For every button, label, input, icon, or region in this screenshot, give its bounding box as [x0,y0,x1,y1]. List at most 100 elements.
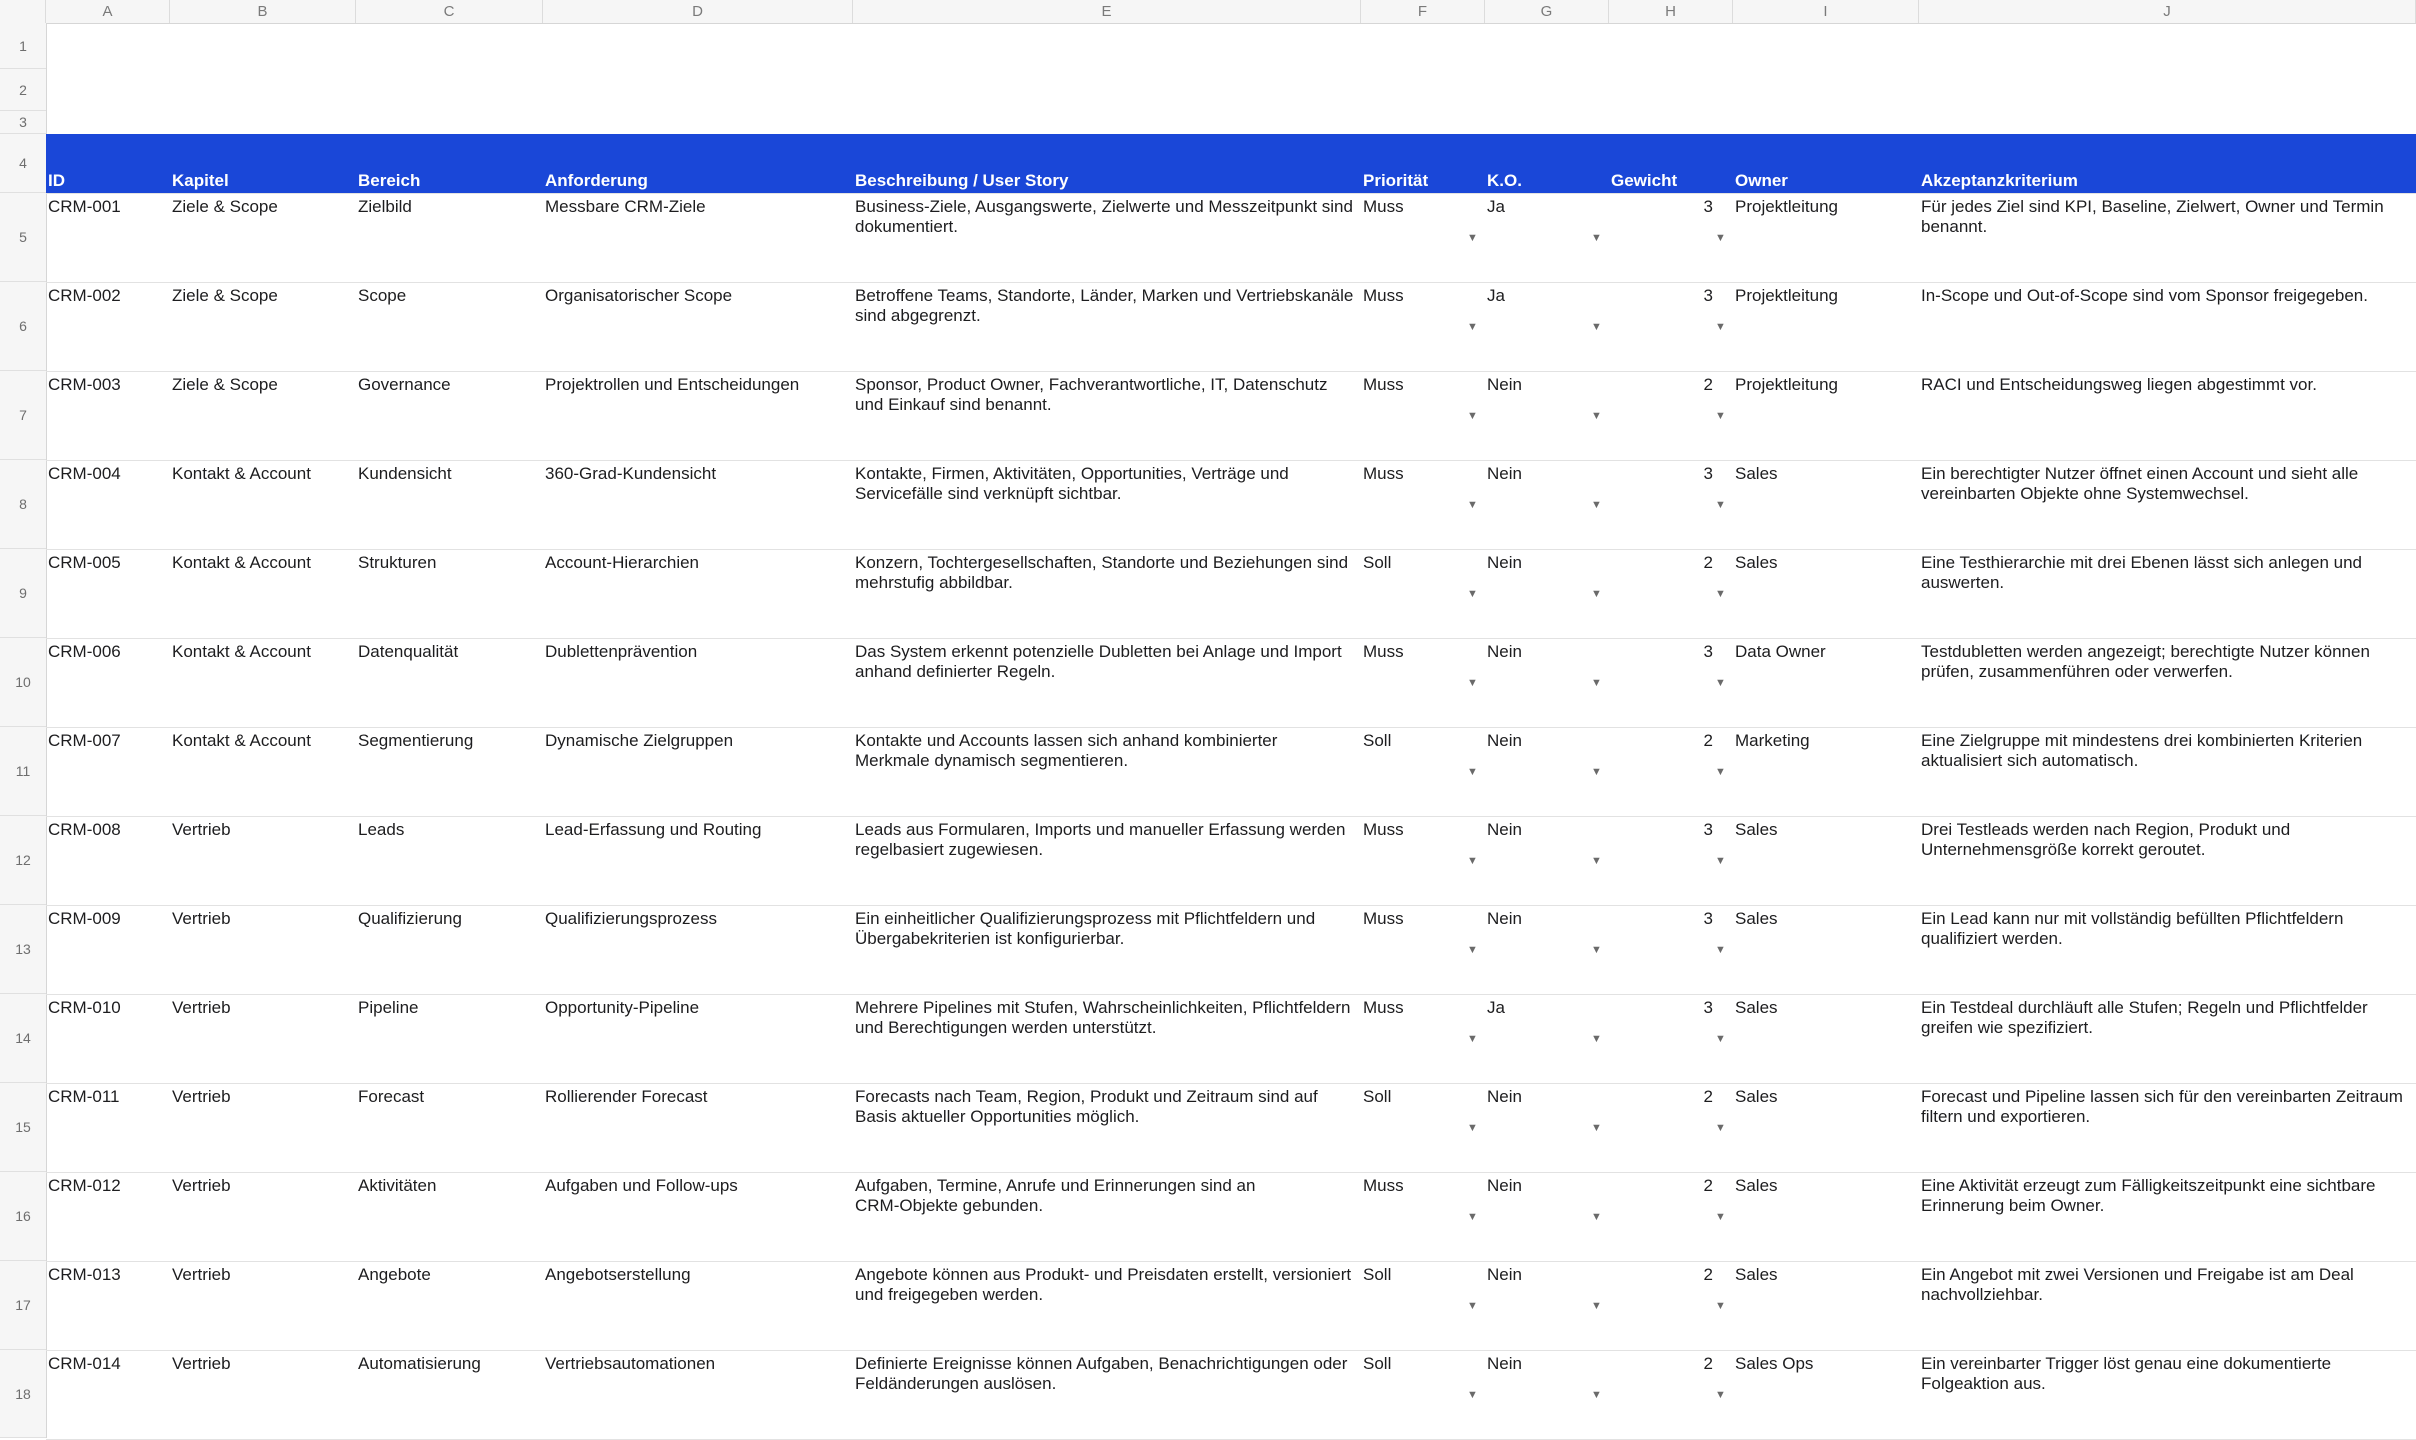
chevron-down-icon[interactable]: ▼ [1715,944,1726,956]
chevron-down-icon[interactable]: ▼ [1715,232,1726,244]
cell-kapitel[interactable]: Vertrieb [172,1354,231,1374]
cell-beschreibung[interactable]: Das System erkennt potenzielle Dubletten… [855,642,1342,662]
cell-prioritaet[interactable]: Muss [1363,820,1404,840]
cell-akzeptanz[interactable]: auswerten. [1921,573,2004,593]
chevron-down-icon[interactable]: ▼ [1591,232,1602,244]
cell-beschreibung[interactable]: mehrstufig abbildbar. [855,573,1013,593]
cell-anforderung[interactable]: Angebotserstellung [545,1265,691,1285]
column-header-d[interactable]: D [543,0,853,23]
header-cell-kapitel[interactable]: Kapitel [172,171,229,191]
cell-owner[interactable]: Projektleitung [1735,375,1838,395]
cell-ko[interactable]: Nein [1487,731,1522,751]
column-header-a[interactable]: A [46,0,170,23]
cell-ko[interactable]: Nein [1487,820,1522,840]
cell-beschreibung[interactable]: anhand definierter Regeln. [855,662,1055,682]
chevron-down-icon[interactable]: ▼ [1715,1300,1726,1312]
chevron-down-icon[interactable]: ▼ [1591,1033,1602,1045]
chevron-down-icon[interactable]: ▼ [1591,944,1602,956]
row-header-11[interactable]: 11 [0,727,46,816]
cell-anforderung[interactable]: Aufgaben und Follow-ups [545,1176,738,1196]
cell-id[interactable]: CRM-008 [48,820,121,840]
cell-bereich[interactable]: Angebote [358,1265,431,1285]
cell-kapitel[interactable]: Kontakt & Account [172,464,311,484]
header-cell-owner[interactable]: Owner [1735,171,1788,191]
chevron-down-icon[interactable]: ▼ [1467,677,1478,689]
header-cell-anforderung[interactable]: Anforderung [545,171,648,191]
cell-owner[interactable]: Sales Ops [1735,1354,1813,1374]
cell-beschreibung[interactable]: Feldänderungen auslösen. [855,1374,1056,1394]
cell-bereich[interactable]: Forecast [358,1087,424,1107]
cell-beschreibung[interactable]: Merkmale dynamisch segmentieren. [855,751,1128,771]
cell-anforderung[interactable]: Projektrollen und Entscheidungen [545,375,799,395]
cell-id[interactable]: CRM-003 [48,375,121,395]
cell-beschreibung[interactable]: Business-Ziele, Ausgangswerte, Zielwerte… [855,197,1353,217]
cell-ko[interactable]: Nein [1487,909,1522,929]
chevron-down-icon[interactable]: ▼ [1715,766,1726,778]
cell-akzeptanz[interactable]: Unternehmensgröße korrekt geroutet. [1921,840,2205,860]
cell-bereich[interactable]: Governance [358,375,451,395]
row-header-5[interactable]: 5 [0,193,46,282]
cell-gewicht[interactable]: 2 [1609,553,1713,573]
cell-akzeptanz[interactable]: filtern und exportieren. [1921,1107,2090,1127]
cell-akzeptanz[interactable]: Ein Testdeal durchläuft alle Stufen; Reg… [1921,998,2368,1018]
cell-prioritaet[interactable]: Soll [1363,553,1391,573]
header-cell-beschreibung[interactable]: Beschreibung / User Story [855,171,1069,191]
cell-akzeptanz[interactable]: aktualisiert sich automatisch. [1921,751,2138,771]
column-header-e[interactable]: E [853,0,1361,23]
cell-akzeptanz[interactable]: Testdubletten werden angezeigt; berechti… [1921,642,2370,662]
cell-owner[interactable]: Sales [1735,1087,1778,1107]
column-header-j[interactable]: J [1919,0,2416,23]
chevron-down-icon[interactable]: ▼ [1467,321,1478,333]
cell-akzeptanz[interactable]: Eine Zielgruppe mit mindestens drei komb… [1921,731,2362,751]
column-header-h[interactable]: H [1609,0,1733,23]
cell-owner[interactable]: Sales [1735,1176,1778,1196]
cell-kapitel[interactable]: Ziele & Scope [172,286,278,306]
cell-beschreibung[interactable]: und Berechtigungen werden unterstützt. [855,1018,1156,1038]
cell-bereich[interactable]: Leads [358,820,404,840]
cell-prioritaet[interactable]: Muss [1363,1176,1404,1196]
cell-akzeptanz[interactable]: qualifiziert werden. [1921,929,2063,949]
cell-akzeptanz[interactable]: Eine Aktivität erzeugt zum Fälligkeitsze… [1921,1176,2376,1196]
cell-prioritaet[interactable]: Muss [1363,642,1404,662]
row-header-1[interactable]: 1 [0,23,46,69]
cell-anforderung[interactable]: Messbare CRM-Ziele [545,197,706,217]
cell-id[interactable]: CRM-011 [48,1087,119,1107]
chevron-down-icon[interactable]: ▼ [1715,410,1726,422]
cell-gewicht[interactable]: 2 [1609,1087,1713,1107]
cell-beschreibung[interactable]: dokumentiert. [855,217,958,237]
chevron-down-icon[interactable]: ▼ [1715,1033,1726,1045]
chevron-down-icon[interactable]: ▼ [1467,588,1478,600]
select-all-corner[interactable] [0,0,46,23]
cell-akzeptanz[interactable]: Forecast und Pipeline lassen sich für de… [1921,1087,2403,1107]
cell-beschreibung[interactable]: Servicefälle sind verknüpft sichtbar. [855,484,1121,504]
cell-id[interactable]: CRM-007 [48,731,121,751]
row-header-4[interactable]: 4 [0,134,46,193]
chevron-down-icon[interactable]: ▼ [1591,588,1602,600]
cell-prioritaet[interactable]: Muss [1363,375,1404,395]
cell-akzeptanz[interactable]: Ein Lead kann nur mit vollständig befüll… [1921,909,2343,929]
cell-beschreibung[interactable]: Kontakte und Accounts lassen sich anhand… [855,731,1277,751]
cell-beschreibung[interactable]: regelbasiert zugewiesen. [855,840,1043,860]
cell-bereich[interactable]: Qualifizierung [358,909,462,929]
cell-beschreibung[interactable]: Definierte Ereignisse können Aufgaben, B… [855,1354,1347,1374]
cell-beschreibung[interactable]: CRM-Objekte gebunden. [855,1196,1043,1216]
header-cell-prioritaet[interactable]: Priorität [1363,171,1428,191]
cell-bereich[interactable]: Automatisierung [358,1354,481,1374]
cell-beschreibung[interactable]: sind abgegrenzt. [855,306,981,326]
chevron-down-icon[interactable]: ▼ [1467,1389,1478,1401]
cell-ko[interactable]: Nein [1487,1265,1522,1285]
cell-beschreibung[interactable]: Konzern, Tochtergesellschaften, Standort… [855,553,1348,573]
chevron-down-icon[interactable]: ▼ [1591,855,1602,867]
cell-beschreibung[interactable]: Kontakte, Firmen, Aktivitäten, Opportuni… [855,464,1289,484]
column-header-g[interactable]: G [1485,0,1609,23]
cell-anforderung[interactable]: Lead-Erfassung und Routing [545,820,761,840]
cell-bereich[interactable]: Pipeline [358,998,419,1018]
cell-bereich[interactable]: Scope [358,286,406,306]
column-header-i[interactable]: I [1733,0,1919,23]
chevron-down-icon[interactable]: ▼ [1715,588,1726,600]
column-header-b[interactable]: B [170,0,356,23]
row-header-10[interactable]: 10 [0,638,46,727]
cell-prioritaet[interactable]: Muss [1363,286,1404,306]
row-header-8[interactable]: 8 [0,460,46,549]
cell-gewicht[interactable]: 3 [1609,286,1713,306]
